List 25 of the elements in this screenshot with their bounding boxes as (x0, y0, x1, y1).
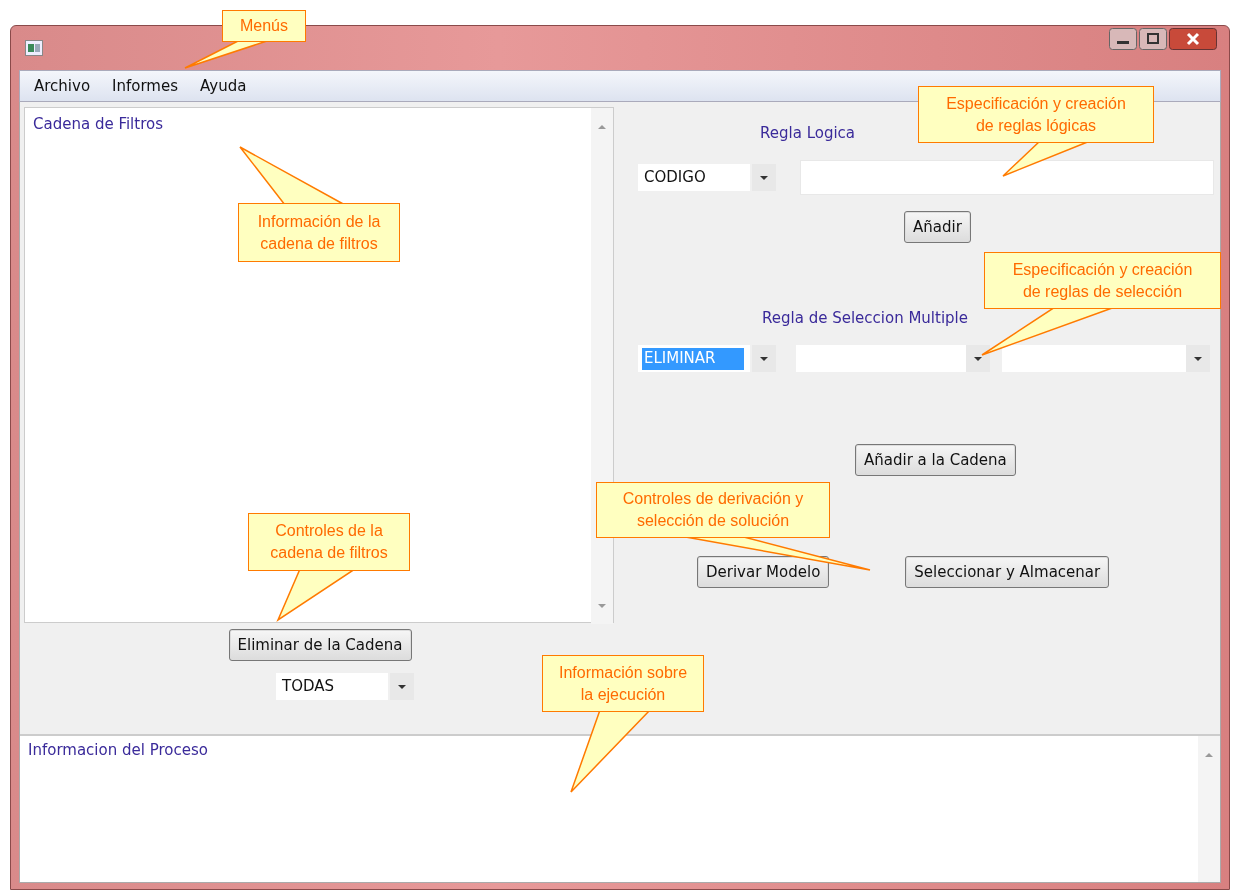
app-icon (25, 40, 43, 56)
section-heading: Regla de Seleccion Multiple (762, 309, 968, 327)
menu-item[interactable]: Ayuda (200, 77, 247, 95)
add-to-chain-button[interactable]: Añadir a la Cadena (855, 444, 1016, 476)
minimize-button[interactable] (1109, 28, 1137, 50)
maximize-button[interactable] (1139, 28, 1167, 50)
add-button[interactable]: Añadir (904, 211, 971, 243)
list-title: Cadena de Filtros (33, 115, 163, 133)
callout: Controles de derivación y selección de solución (596, 482, 830, 538)
callout: Información de la cadena de filtros (238, 203, 400, 262)
section-heading: Regla Logica (760, 124, 856, 142)
callout: Información sobre la ejecución (542, 655, 704, 712)
close-button[interactable] (1169, 28, 1217, 50)
callout: Menús (222, 10, 306, 42)
selection-dropdown[interactable] (796, 345, 990, 372)
panel-title: Informacion del Proceso (28, 741, 208, 759)
menu-item[interactable]: Archivo (34, 77, 91, 95)
derive-model-button[interactable]: Derivar Modelo (697, 556, 830, 588)
selection-dropdown[interactable] (1002, 345, 1210, 372)
rule-input-field[interactable] (800, 160, 1214, 195)
scrollbar[interactable] (1198, 736, 1220, 882)
remove-from-chain-button[interactable]: Eliminar de la Cadena (228, 629, 412, 661)
menu-item[interactable]: Informes (112, 77, 179, 95)
select-and-store-button[interactable]: Seleccionar y Almacenar (905, 556, 1110, 588)
scrollbar[interactable] (591, 108, 613, 624)
